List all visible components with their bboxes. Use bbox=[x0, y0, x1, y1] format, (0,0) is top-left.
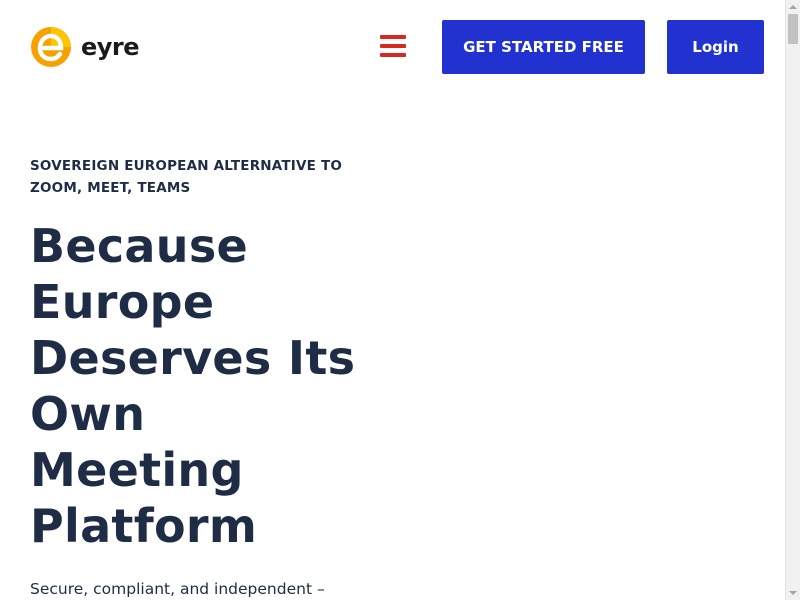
hero-headline: Because Europe Deserves Its Own Meeting … bbox=[30, 218, 390, 554]
scroll-up-arrow-icon[interactable] bbox=[789, 5, 797, 9]
login-button[interactable]: Login bbox=[667, 20, 764, 74]
headline-line: Deserves Its bbox=[30, 331, 356, 385]
headline-line: Because bbox=[30, 219, 248, 273]
hero-eyebrow: SOVEREIGN EUROPEAN ALTERNATIVE TO ZOOM, … bbox=[30, 158, 343, 196]
vertical-scrollbar[interactable] bbox=[785, 0, 800, 600]
scroll-down-arrow-icon[interactable] bbox=[789, 591, 797, 595]
page: eyre GET STARTED FREE Login SOVEREIGN EU… bbox=[0, 0, 800, 600]
scrollbar-thumb[interactable] bbox=[788, 14, 798, 44]
headline-line: Own bbox=[30, 387, 146, 441]
eyre-e-logo-icon bbox=[31, 27, 71, 67]
headline-line: Europe bbox=[30, 275, 215, 329]
hero-subtext: Secure, compliant, and independent – bbox=[30, 580, 325, 598]
logo-link[interactable]: eyre bbox=[31, 24, 140, 68]
headline-line: Platform bbox=[30, 499, 258, 553]
logo-text: eyre bbox=[81, 32, 140, 61]
site-header: eyre GET STARTED FREE Login bbox=[0, 0, 784, 92]
get-started-button[interactable]: GET STARTED FREE bbox=[442, 20, 645, 74]
headline-line: Meeting bbox=[30, 443, 244, 497]
hamburger-menu-icon[interactable] bbox=[380, 33, 406, 59]
